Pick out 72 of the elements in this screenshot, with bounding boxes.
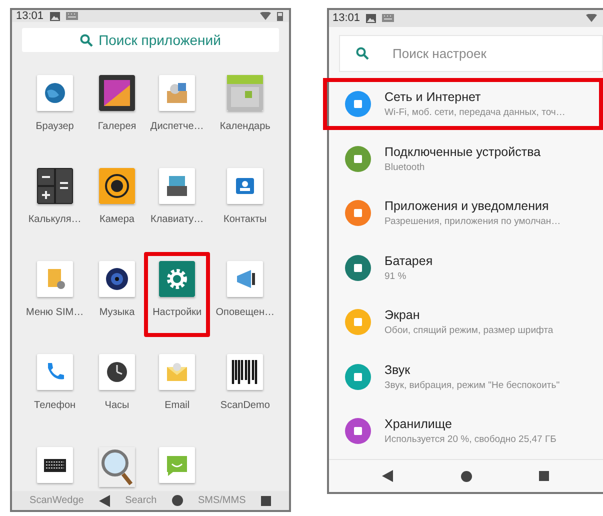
item-subtitle: Звук, вибрация, режим "Не беспокоить" (384, 380, 560, 391)
recents-icon[interactable] (539, 471, 550, 482)
settings-item[interactable]: Приложения и уведомления Разрешения, приложения по умолчан… (328, 186, 603, 240)
settings-item[interactable]: Звук Звук, вибрация, режим "Не беспокоить" (328, 350, 603, 403)
settings-item[interactable]: Хранилище Используется 20 %, свободно 25,47 ГБ (328, 404, 603, 458)
app-shortcut[interactable]: Музыка (90, 252, 144, 338)
clock-icon (99, 354, 135, 390)
app-shortcut[interactable]: Настройки (144, 252, 210, 338)
speaker-icon (99, 261, 135, 298)
keyboard-icon (382, 14, 394, 22)
envelope-icon (159, 354, 196, 390)
settings-item[interactable]: Подключенные устройства Bluetooth (328, 132, 603, 185)
home-icon[interactable] (172, 495, 183, 506)
item-subtitle: Обои, спящий режим, размер шрифта (384, 325, 554, 336)
back-icon[interactable] (382, 470, 394, 482)
item-title: Хранилище (384, 417, 453, 432)
status-time: 13:01 (332, 12, 360, 24)
item-subtitle: Bluetooth (384, 162, 426, 173)
app-shortcut[interactable]: Камера (90, 159, 144, 244)
app-shortcut[interactable]: Клавиату… (144, 159, 210, 244)
status-time: 13:01 (16, 10, 44, 22)
app-shortcut[interactable]: Контакты (210, 159, 280, 244)
contact-card-icon (227, 168, 264, 204)
app-shortcut[interactable]: ScanDemo (210, 345, 280, 430)
item-title: Подключенные устройства (384, 144, 541, 159)
item-subtitle: 91 % (384, 270, 408, 282)
magnifier-icon (99, 447, 135, 488)
folder-icon (159, 75, 196, 112)
app-shortcut[interactable]: Оповещен… (210, 252, 280, 338)
item-subtitle: Разрешения, приложения по умолчан… (384, 216, 561, 228)
keyboard-icon (159, 168, 196, 204)
aperture-icon (99, 168, 135, 204)
back-icon[interactable] (98, 494, 110, 507)
app-shortcut[interactable]: Email (144, 345, 210, 430)
settings-item[interactable]: Экран Обои, спящий режим, размер шрифта (328, 296, 603, 348)
app-shortcut[interactable]: Часы (90, 345, 144, 430)
settings-search-field[interactable]: Поиск настроек (338, 34, 603, 72)
search-icon (80, 34, 93, 47)
item-title: Сеть и Интернет (384, 90, 482, 104)
app-search-field[interactable]: Поиск приложений (22, 28, 278, 52)
item-title: Звук (384, 362, 412, 377)
item-title: Экран (384, 308, 421, 322)
wifi-icon (586, 14, 597, 22)
gear-icon (159, 261, 196, 298)
home-icon[interactable] (460, 470, 472, 482)
app-shortcut[interactable]: Галерея (90, 66, 144, 152)
message-icon (159, 447, 196, 484)
wifi-icon (260, 12, 270, 20)
globe-icon (36, 75, 73, 112)
app-shortcut[interactable]: Калькуля… (20, 159, 90, 244)
image-icon (366, 14, 376, 23)
phone-icon (36, 354, 73, 390)
keyboard-icon (36, 447, 73, 484)
app-shortcut[interactable]: Календарь (210, 66, 280, 152)
item-subtitle: Используется 20 %, свободно 25,47 ГБ (384, 434, 556, 446)
recents-icon[interactable] (260, 496, 271, 506)
app-shortcut[interactable]: Браузер (20, 66, 90, 152)
calculator-icon (36, 168, 73, 204)
app-shortcut[interactable]: Телефон (20, 345, 90, 430)
item-subtitle: Wi-Fi, моб. сети, передача данных, точ… (384, 107, 566, 118)
item-title: Батарея (384, 254, 433, 268)
barcode-icon (227, 354, 264, 390)
settings-item[interactable]: Батарея 91 % (328, 241, 603, 294)
calendar-icon (227, 75, 264, 112)
app-shortcut[interactable]: Меню SIM… (20, 252, 90, 338)
megaphone-icon (227, 261, 264, 298)
search-icon (356, 46, 368, 60)
sim-card-icon (36, 261, 73, 298)
app-shortcut[interactable]: Диспетче… (144, 66, 210, 152)
picture-icon (99, 75, 135, 112)
item-title: Приложения и уведомления (384, 199, 550, 214)
settings-item[interactable]: Сеть и Интернет Wi-Fi, моб. сети, передача данных, точ… (322, 78, 603, 130)
